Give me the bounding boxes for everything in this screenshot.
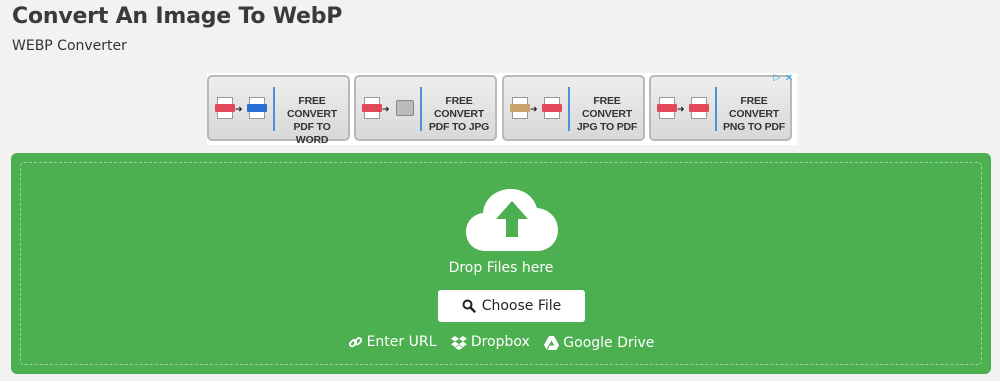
- google-drive-link[interactable]: Google Drive: [544, 335, 654, 351]
- enter-url-link[interactable]: Enter URL: [348, 334, 437, 350]
- png-doc-icon: [657, 97, 677, 119]
- ad-divider: [715, 87, 717, 131]
- ad-text-line1: FREE CONVERT: [582, 95, 632, 120]
- pdf-doc-icon: [542, 97, 562, 119]
- file-drop-zone[interactable]: Drop Files here Choose File Enter URL Dr…: [11, 153, 991, 374]
- arrow-right-icon: ➜: [530, 105, 538, 115]
- ad-text-line2: PNG TO PDF: [723, 121, 785, 133]
- pdf-doc-icon: [362, 97, 382, 119]
- ad-divider: [273, 87, 275, 131]
- ad-text-line2: PDF TO WORD: [293, 121, 331, 146]
- ad-close-icon[interactable]: ✕: [783, 73, 795, 84]
- dropbox-icon: [450, 335, 467, 350]
- ad-info-icon[interactable]: ▷: [771, 73, 783, 84]
- ad-text-line1: FREE CONVERT: [434, 95, 484, 120]
- arrow-right-icon: ➜: [382, 105, 390, 115]
- page-subtitle: WEBP Converter: [12, 38, 127, 54]
- ad-item-pdf-to-jpg[interactable]: ➜ FREE CONVERT PDF TO JPG: [354, 75, 497, 141]
- ad-text-line2: JPG TO PDF: [576, 121, 638, 133]
- dropbox-link[interactable]: Dropbox: [450, 334, 530, 350]
- ad-item-pdf-to-word[interactable]: ➜ FREE CONVERT PDF TO WORD: [207, 75, 350, 146]
- arrow-right-icon: ➜: [235, 105, 243, 115]
- ad-item-png-to-pdf[interactable]: ➜ FREE CONVERT PNG TO PDF: [649, 75, 792, 141]
- cloud-upload-icon: [466, 189, 558, 251]
- pdf-doc-icon: [689, 97, 709, 119]
- ad-item-text: FREE CONVERT PDF TO WORD: [277, 95, 347, 147]
- google-drive-icon: [544, 335, 560, 350]
- google-drive-label: Google Drive: [563, 334, 655, 351]
- ad-banner[interactable]: ➜ FREE CONVERT PDF TO WORD ➜ FREE CONVER…: [207, 73, 797, 146]
- upload-sources: Enter URL Dropbox Google Drive: [21, 334, 981, 354]
- drop-zone-border[interactable]: Drop Files here Choose File Enter URL Dr…: [20, 162, 982, 365]
- choose-file-button[interactable]: Choose File: [438, 290, 585, 322]
- ad-item-text: FREE CONVERT PNG TO PDF: [719, 95, 789, 134]
- link-icon: [348, 336, 362, 347]
- choose-file-label: Choose File: [481, 298, 562, 314]
- dropbox-label: Dropbox: [470, 334, 530, 350]
- drop-files-text: Drop Files here: [448, 260, 554, 276]
- ad-item-jpg-to-pdf[interactable]: ➜ FREE CONVERT JPG TO PDF: [502, 75, 645, 141]
- ad-divider: [568, 87, 570, 131]
- pdf-doc-icon: [215, 97, 235, 119]
- word-doc-icon: [247, 97, 267, 119]
- jpg-doc-icon: [510, 97, 530, 119]
- enter-url-label: Enter URL: [366, 334, 437, 350]
- ad-item-text: FREE CONVERT PDF TO JPG: [424, 95, 494, 134]
- page-title: Convert An Image To WebP: [12, 4, 343, 29]
- ad-divider: [420, 87, 422, 131]
- ad-text-line2: PDF TO JPG: [428, 121, 490, 133]
- ad-item-text: FREE CONVERT JPG TO PDF: [572, 95, 642, 134]
- printer-icon: [396, 100, 414, 116]
- search-icon: [462, 299, 476, 313]
- ad-text-line1: FREE CONVERT: [729, 95, 779, 120]
- ad-text-line1: FREE CONVERT: [287, 95, 337, 120]
- arrow-right-icon: ➜: [677, 105, 685, 115]
